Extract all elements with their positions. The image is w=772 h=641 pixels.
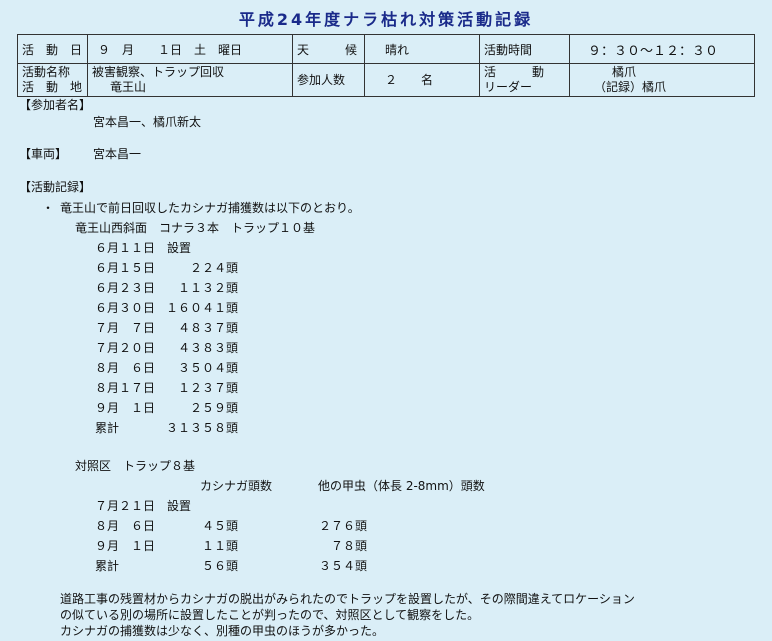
site-a-row-date: ７月２０日 — [95, 341, 156, 355]
record-body: 【参加者名】 宮本昌一、橘爪新太 【車両】 宮本昌一 【活動記録】 ・ 竜王山で… — [0, 0, 772, 641]
site-a-row-value: 設置 — [167, 241, 192, 255]
site-a-row-value: １２３７頭 — [177, 381, 238, 395]
site-a-row-date: ６月１１日 — [95, 241, 156, 255]
note-line-3: カシナガの捕獲数は少なく、別種の甲虫のほうが多かった。 — [60, 624, 385, 638]
site-a-row-date: ９月 １日 — [95, 401, 156, 415]
site-b-title: 対照区 トラップ８基 — [75, 459, 196, 473]
site-a-row-value: ３５０４頭 — [177, 361, 238, 375]
site-b-row-v2: ７８頭 — [330, 539, 367, 553]
site-b-row-date: ９月 １日 — [95, 539, 156, 553]
site-b-row-date: ８月 ６日 — [95, 519, 156, 533]
record-heading: 【活動記録】 — [19, 180, 92, 194]
site-b-total-v2: ３５４頭 — [318, 559, 367, 573]
record-intro: 竜王山で前日回収したカシナガ捕獲数は以下のとおり。 — [60, 201, 360, 215]
site-a-row-date: ７月 ７日 — [95, 321, 156, 335]
note-line-2: の似ている別の場所に設置したことが判ったので、対照区として観察をした。 — [60, 608, 480, 622]
site-b-row-v1: 設置 — [167, 499, 192, 513]
site-a-title: 竜王山西斜面 コナラ３本 トラップ１０基 — [75, 221, 316, 235]
site-b-row-v1: １１頭 — [201, 539, 238, 553]
site-b-col-header-2: 他の甲虫（体長 2-8mm）頭数 — [318, 479, 485, 493]
vehicle-value: 宮本昌一 — [93, 147, 142, 161]
participants-heading: 【参加者名】 — [19, 98, 92, 112]
note-line-1: 道路工事の残置材からカシナガの脱出がみられたのでトラップを設置したが、その際間違… — [60, 592, 635, 606]
participants-names: 宮本昌一、橘爪新太 — [93, 115, 202, 129]
site-a-row-date: ６月１５日 — [95, 261, 156, 275]
site-a-row-date: ６月３０日 — [95, 301, 156, 315]
site-a-row-date: ６月２３日 — [95, 281, 156, 295]
vehicle-heading: 【車両】 — [19, 147, 68, 161]
site-b-row-date: ７月２１日 — [95, 499, 156, 513]
site-a-row-value: １６０４１頭 — [165, 301, 238, 315]
site-b-row-v1: ４５頭 — [201, 519, 238, 533]
site-a-row-value: ２２４頭 — [189, 261, 238, 275]
site-a-total-value: ３１３５８頭 — [165, 421, 238, 435]
site-a-row-value: ４８３７頭 — [177, 321, 238, 335]
site-a-row-date: ８月 ６日 — [95, 361, 156, 375]
site-a-row-date: ８月１７日 — [95, 381, 156, 395]
bullet: ・ — [42, 201, 55, 215]
site-a-row-value: １１３２頭 — [177, 281, 238, 295]
site-a-total-label: 累計 — [95, 421, 120, 435]
site-b-total-v1: ５６頭 — [201, 559, 238, 573]
site-b-col-header-1: カシナガ頭数 — [200, 479, 273, 493]
site-a-row-value: ４３８３頭 — [177, 341, 238, 355]
site-b-row-v2: ２７６頭 — [318, 519, 367, 533]
site-a-row-value: ２５９頭 — [189, 401, 238, 415]
site-b-total-label: 累計 — [95, 559, 120, 573]
